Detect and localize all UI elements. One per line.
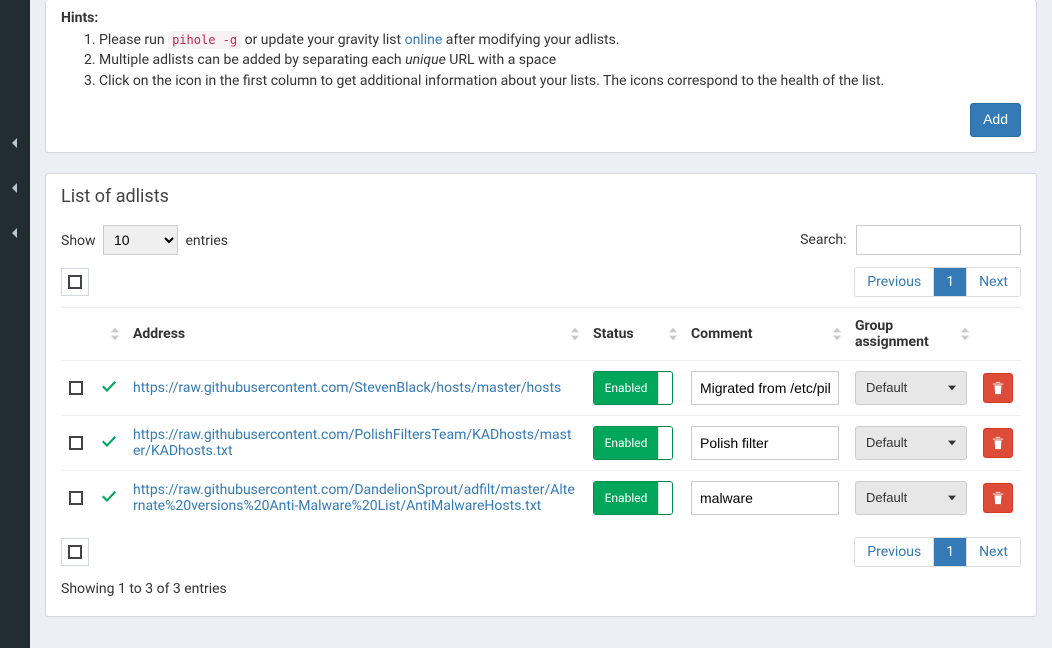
hint-1: Please run pihole -g or update your grav… <box>99 30 1021 50</box>
search-input[interactable] <box>856 225 1021 255</box>
hint-3: Click on the icon in the first column to… <box>99 71 1021 91</box>
select-all-bottom[interactable] <box>61 538 89 566</box>
delete-button[interactable] <box>983 373 1013 403</box>
select-all-top[interactable] <box>61 268 89 296</box>
next-page[interactable]: Next <box>967 268 1020 296</box>
col-health[interactable] <box>93 307 125 360</box>
row-checkbox[interactable] <box>69 436 83 450</box>
search-label: Search: <box>800 232 1021 248</box>
table-row: https://raw.githubusercontent.com/Polish… <box>61 415 1021 470</box>
hint-2: Multiple adlists can be added by separat… <box>99 50 1021 70</box>
row-checkbox[interactable] <box>69 381 83 395</box>
col-address[interactable]: Address <box>125 307 585 360</box>
col-checkbox <box>61 307 93 360</box>
comment-input[interactable] <box>691 371 839 405</box>
length-select[interactable]: 10 <box>103 225 178 255</box>
prev-page-bottom[interactable]: Previous <box>855 538 934 566</box>
comment-input[interactable] <box>691 426 839 460</box>
page-1-bottom[interactable]: 1 <box>934 538 967 566</box>
col-status[interactable]: Status <box>585 307 683 360</box>
group-select[interactable]: Default <box>855 481 967 515</box>
row-checkbox[interactable] <box>69 491 83 505</box>
address-link[interactable]: https://raw.githubusercontent.com/Polish… <box>133 427 571 459</box>
table-row: https://raw.githubusercontent.com/Steven… <box>61 360 1021 415</box>
col-group[interactable]: Group assignment <box>847 307 975 360</box>
status-toggle[interactable]: Enabled <box>593 426 673 460</box>
table-info: Showing 1 to 3 of 3 entries <box>61 577 1021 601</box>
hints-list: Please run pihole -g or update your grav… <box>61 30 1021 91</box>
sidebar <box>0 0 30 648</box>
status-toggle[interactable]: Enabled <box>593 371 673 405</box>
next-page-bottom[interactable]: Next <box>967 538 1020 566</box>
group-select[interactable]: Default <box>855 371 967 405</box>
adlists-box: List of adlists Show 10 entries Search: <box>45 173 1037 617</box>
health-icon[interactable] <box>93 360 125 415</box>
page-1[interactable]: 1 <box>934 268 967 296</box>
pagination-bottom: Previous 1 Next <box>854 537 1021 567</box>
online-link[interactable]: online <box>405 32 443 48</box>
health-icon[interactable] <box>93 470 125 525</box>
delete-button[interactable] <box>983 428 1013 458</box>
hints-title: Hints: <box>61 10 1021 26</box>
prev-page[interactable]: Previous <box>855 268 934 296</box>
box-title: List of adlists <box>61 186 1021 207</box>
table-row: https://raw.githubusercontent.com/Dandel… <box>61 470 1021 525</box>
status-toggle[interactable]: Enabled <box>593 481 673 515</box>
col-delete <box>975 307 1021 360</box>
comment-input[interactable] <box>691 481 839 515</box>
length-label: Show 10 entries <box>61 233 228 249</box>
code-pihole: pihole -g <box>168 31 241 49</box>
address-link[interactable]: https://raw.githubusercontent.com/Steven… <box>133 380 561 396</box>
add-button[interactable]: Add <box>970 103 1021 137</box>
pagination-top: Previous 1 Next <box>854 267 1021 297</box>
delete-button[interactable] <box>983 483 1013 513</box>
col-comment[interactable]: Comment <box>683 307 847 360</box>
sidebar-collapsed-item-1[interactable] <box>0 120 30 165</box>
sidebar-collapsed-item-2[interactable] <box>0 165 30 210</box>
hints-box: Hints: Please run pihole -g or update yo… <box>45 0 1037 153</box>
group-select[interactable]: Default <box>855 426 967 460</box>
sidebar-collapsed-item-3[interactable] <box>0 210 30 255</box>
address-link[interactable]: https://raw.githubusercontent.com/Dandel… <box>133 482 575 514</box>
adlists-table: Address Status Comment Group assignment … <box>61 307 1021 525</box>
health-icon[interactable] <box>93 415 125 470</box>
